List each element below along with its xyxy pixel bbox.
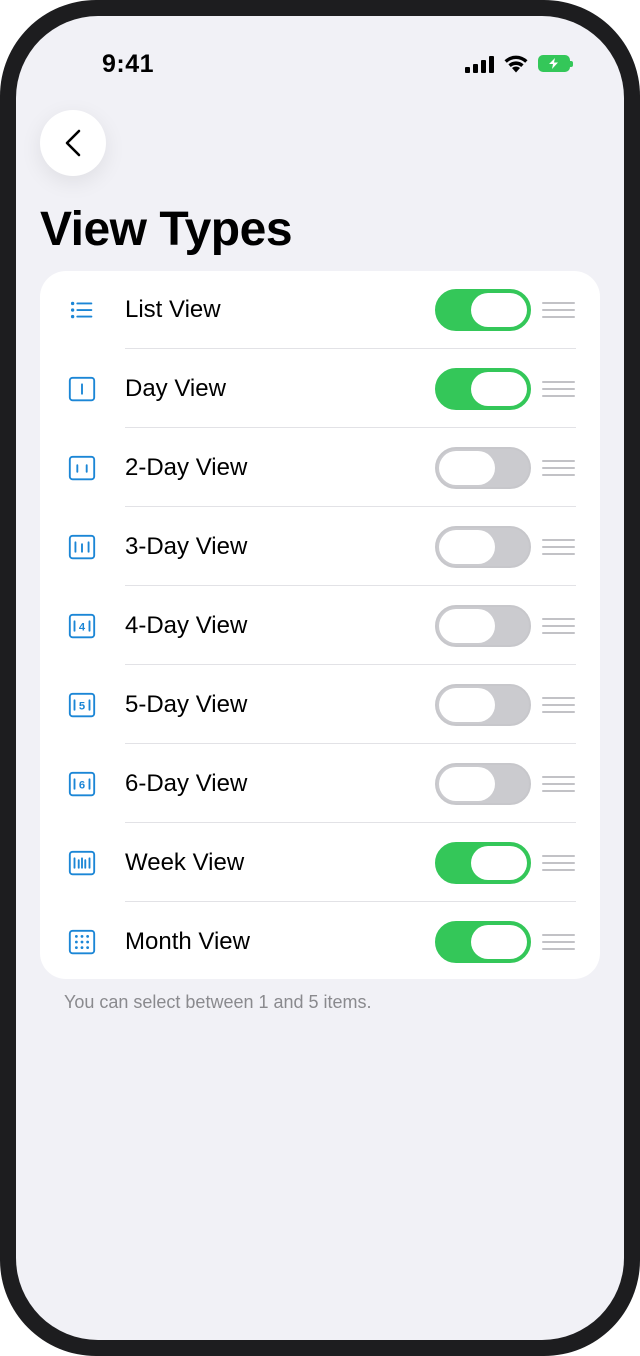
- item-label: Month View: [125, 927, 250, 955]
- 2-day-view-icon: [66, 452, 98, 484]
- toggle-knob: [439, 529, 495, 564]
- chevron-left-icon: [65, 129, 81, 157]
- reorder-handle-icon[interactable]: [542, 302, 575, 318]
- item-label: Week View: [125, 848, 245, 876]
- reorder-handle-icon[interactable]: [542, 696, 575, 713]
- item-label: 4-Day View: [125, 611, 248, 639]
- toggle-knob: [471, 924, 527, 959]
- wifi-icon: [504, 55, 528, 73]
- svg-text:6: 6: [79, 779, 85, 791]
- svg-text:4: 4: [79, 621, 86, 633]
- reorder-handle-icon[interactable]: [542, 933, 575, 950]
- month-view-icon: [66, 926, 98, 958]
- list-item-list-view[interactable]: List View: [40, 271, 600, 349]
- list-item-week-view[interactable]: Week View: [40, 823, 600, 902]
- day-view-toggle[interactable]: [435, 367, 531, 410]
- week-view-toggle[interactable]: [435, 841, 531, 884]
- 3-day-view-icon: [66, 531, 98, 563]
- 6-day-view-icon: 6: [66, 768, 98, 800]
- 3-day-view-toggle[interactable]: [435, 525, 531, 568]
- 6-day-view-toggle[interactable]: [435, 762, 531, 805]
- battery-charging-icon: [538, 55, 573, 72]
- list-icon: [66, 294, 98, 326]
- 5-day-view-icon: 5: [66, 689, 98, 721]
- item-label: 3-Day View: [125, 532, 248, 560]
- reorder-handle-icon[interactable]: [542, 380, 575, 397]
- list-item-month-view[interactable]: Month View: [40, 902, 600, 979]
- toggle-knob: [471, 293, 527, 327]
- list-item-4-day-view[interactable]: 4 4-Day View: [40, 586, 600, 665]
- item-label: 6-Day View: [125, 769, 248, 797]
- back-button[interactable]: [40, 110, 106, 176]
- reorder-handle-icon[interactable]: [542, 617, 575, 634]
- page-title: View Types: [40, 203, 293, 256]
- 4-day-view-toggle[interactable]: [435, 604, 531, 647]
- toggle-knob: [471, 371, 527, 406]
- item-label: Day View: [125, 374, 226, 402]
- toggle-knob: [439, 450, 495, 485]
- svg-text:5: 5: [79, 700, 85, 712]
- list-view-toggle[interactable]: [435, 289, 531, 331]
- day-view-icon: [66, 373, 98, 405]
- 2-day-view-toggle[interactable]: [435, 446, 531, 489]
- selection-hint: You can select between 1 and 5 items.: [64, 992, 372, 1012]
- list-item-3-day-view[interactable]: 3-Day View: [40, 507, 600, 586]
- device-frame: 9:41 View Types List View Day View 2-Day V…: [0, 0, 640, 1356]
- reorder-handle-icon[interactable]: [542, 775, 575, 792]
- item-label: 5-Day View: [125, 690, 248, 718]
- reorder-handle-icon[interactable]: [542, 459, 575, 476]
- week-view-icon: [66, 847, 98, 879]
- status-time: 9:41: [102, 50, 155, 78]
- list-item-day-view[interactable]: Day View: [40, 349, 600, 428]
- month-view-toggle[interactable]: [435, 920, 531, 963]
- list-item-6-day-view[interactable]: 6 6-Day View: [40, 744, 600, 823]
- toggle-knob: [471, 845, 527, 880]
- status-icons: [465, 54, 573, 73]
- 4-day-view-icon: 4: [66, 610, 98, 642]
- toggle-knob: [439, 766, 495, 801]
- item-label: 2-Day View: [125, 453, 248, 481]
- cellular-signal-icon: [465, 55, 494, 73]
- item-label: List View: [125, 296, 221, 323]
- reorder-handle-icon[interactable]: [542, 854, 575, 871]
- list-item-2-day-view[interactable]: 2-Day View: [40, 428, 600, 507]
- toggle-knob: [439, 687, 495, 722]
- toggle-knob: [439, 608, 495, 643]
- screen: 9:41 View Types List View Day View 2-Day V…: [16, 16, 624, 1340]
- 5-day-view-toggle[interactable]: [435, 683, 531, 726]
- view-types-list: List View Day View 2-Day View 3-Day View 4 4-…: [40, 271, 600, 979]
- reorder-handle-icon[interactable]: [542, 538, 575, 555]
- list-item-5-day-view[interactable]: 5 5-Day View: [40, 665, 600, 744]
